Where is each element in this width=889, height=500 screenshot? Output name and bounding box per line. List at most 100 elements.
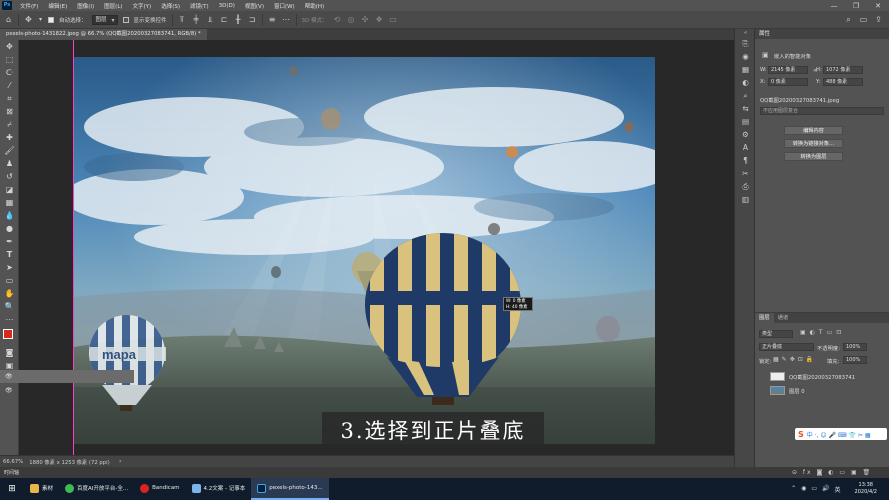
menu-window[interactable]: 窗口(W) [269, 2, 300, 10]
w-field[interactable]: 2145 像素 [768, 66, 808, 74]
tray-expand-icon[interactable]: ⌃ [791, 485, 796, 494]
3d-roll-icon[interactable]: ◎ [347, 15, 356, 24]
convert-to-layers-button[interactable]: 转换为图层 [784, 152, 843, 161]
layer-comps-icon[interactable]: ▥ [735, 193, 756, 206]
stamp-tool-icon[interactable]: ♟ [0, 157, 19, 170]
more-icon[interactable]: ⋯ [282, 15, 291, 24]
more-tools-icon[interactable]: ⋯ [0, 313, 19, 326]
menu-3d[interactable]: 3D(D) [214, 3, 240, 9]
align-left-icon[interactable]: ⊏ [220, 15, 229, 24]
menu-view[interactable]: 视图(V) [240, 2, 269, 10]
maximize-button[interactable]: ❐ [845, 2, 867, 10]
healing-tool-icon[interactable]: ✚ [0, 131, 19, 144]
filter-icons[interactable]: ▣◐T▭⊡ [800, 329, 845, 336]
pen-tool-icon[interactable]: ✒ [0, 235, 19, 248]
learn-panel-icon[interactable]: ⌕ [735, 89, 756, 102]
shape-tool-icon[interactable]: ▭ [0, 274, 19, 287]
history-panel-icon[interactable]: ⎘ [735, 37, 756, 50]
layer-row[interactable]: 👁 [0, 384, 134, 397]
share-icon[interactable]: ⇪ [874, 15, 883, 24]
ime-icons[interactable]: 中 ·, ☺ 🎤 ⌨ 👕 ✂ ▦ [807, 430, 871, 439]
h-field[interactable]: 1072 像素 [823, 66, 863, 74]
dodge-tool-icon[interactable]: ● [0, 222, 19, 235]
align-hcenter-icon[interactable]: ╫ [234, 15, 243, 24]
auto-select-dropdown[interactable]: 图层 [91, 14, 118, 25]
brush-tool-icon[interactable]: 🖌 [0, 144, 19, 157]
tab-layers[interactable]: 图层 [755, 313, 774, 323]
chevron-right-icon[interactable]: › [116, 457, 125, 466]
network-icon[interactable]: ▭ [811, 485, 817, 494]
hand-tool-icon[interactable]: ✋ [0, 287, 19, 300]
fill-field[interactable]: 100% [843, 356, 867, 364]
y-field[interactable]: 488 像素 [823, 78, 863, 86]
collapse-icon[interactable]: « [735, 29, 756, 37]
align-right-icon[interactable]: ⊐ [248, 15, 257, 24]
layer-name[interactable]: 图层 0 [789, 387, 805, 395]
home-icon[interactable]: ⌂ [4, 15, 13, 24]
3d-scale-icon[interactable]: ▭ [389, 15, 398, 24]
ime-toolbar[interactable]: S 中 ·, ☺ 🎤 ⌨ 👕 ✂ ▦ [795, 428, 887, 440]
lasso-tool-icon[interactable]: ᑢ [0, 66, 19, 79]
search-icon[interactable]: ⌕ [844, 15, 853, 24]
marquee-tool-icon[interactable]: ⬚ [0, 53, 19, 66]
taskbar-item-folder[interactable]: 素材 [24, 478, 59, 500]
libraries-panel-icon[interactable]: ▤ [735, 115, 756, 128]
windows-start-icon[interactable]: ⊞ [0, 484, 24, 494]
taskbar-item-browser[interactable]: 百度AI开放平台-全... [59, 478, 134, 500]
properties-panel-icon[interactable]: ⇆ [735, 102, 756, 115]
workspace-icon[interactable]: ▭ [859, 15, 868, 24]
path-select-icon[interactable]: ➤ [0, 261, 19, 274]
lock-icons[interactable]: ▦✎✥⊡🔒 [773, 356, 816, 363]
blur-tool-icon[interactable]: 💧 [0, 209, 19, 222]
layer-name[interactable]: QQ截图20200327083741 [789, 373, 855, 381]
edit-contents-button[interactable]: 编辑内容 [784, 126, 843, 135]
eye-icon[interactable]: 👁 [5, 370, 13, 383]
quick-mask-icon[interactable]: ◙ [0, 346, 19, 359]
history-brush-icon[interactable]: ↺ [0, 170, 19, 183]
zoom-tool-icon[interactable]: 🔍 [0, 300, 19, 313]
glyphs-panel-icon[interactable]: ⎙ [735, 180, 756, 193]
show-transform-checkbox[interactable] [122, 16, 129, 23]
swatches-panel-icon[interactable]: ▦ [735, 63, 756, 76]
document-canvas[interactable]: mapa [74, 57, 655, 444]
quick-select-tool-icon[interactable]: ⁄ [0, 79, 19, 92]
align-bottom-icon[interactable]: ⫫ [206, 15, 215, 24]
close-button[interactable]: ✕ [867, 2, 889, 10]
type-tool-icon[interactable]: T [0, 248, 19, 261]
menu-image[interactable]: 图像(I) [72, 2, 99, 10]
x-field[interactable]: 0 像素 [768, 78, 808, 86]
properties-tab[interactable]: 属性 [755, 29, 889, 39]
eyedropper-tool-icon[interactable]: ⌿ [0, 118, 19, 131]
adjustments-panel-icon[interactable]: ◐ [735, 76, 756, 89]
crop-tool-icon[interactable]: ⌗ [0, 92, 19, 105]
tray-app-icon[interactable]: ◉ [801, 485, 806, 494]
move-tool-icon[interactable]: ✥ [0, 40, 19, 53]
foreground-color-swatch[interactable] [3, 329, 13, 339]
eye-icon[interactable]: 👁 [5, 384, 13, 397]
tab-channels[interactable]: 通道 [774, 313, 793, 323]
align-top-icon[interactable]: ⫪ [178, 15, 187, 24]
paragraph-panel-icon[interactable]: ¶ [735, 154, 756, 167]
volume-icon[interactable]: 🔊 [822, 485, 829, 494]
menu-file[interactable]: 文件(F) [15, 2, 43, 10]
align-vcenter-icon[interactable]: ╪ [192, 15, 201, 24]
document-tab[interactable]: pexels-photo-1431822.jpeg @ 66.7% (QQ截图2… [0, 29, 207, 40]
3d-drag-icon[interactable]: ✣ [361, 15, 370, 24]
taskbar-item-photoshop[interactable]: pexels-photo-143... [251, 478, 329, 500]
character-panel-icon[interactable]: A [735, 141, 756, 154]
brushes-panel-icon[interactable]: ⚙ [735, 128, 756, 141]
menu-select[interactable]: 选择(S) [156, 2, 185, 10]
menu-type[interactable]: 文字(Y) [128, 2, 157, 10]
chevron-down-icon[interactable]: ▾ [38, 15, 43, 24]
menu-filter[interactable]: 滤镜(T) [185, 2, 214, 10]
3d-rotate-icon[interactable]: ⟲ [333, 15, 342, 24]
layers-footer-icons[interactable]: ⊝ fx ◙ ◐ ▭ ▣ 🗑 [792, 469, 872, 476]
zoom-level[interactable]: 66.67% [3, 459, 23, 465]
3d-slide-icon[interactable]: ❖ [375, 15, 384, 24]
document-info[interactable]: 1880 像素 x 1253 像素 (72 ppi) [29, 458, 109, 466]
layer-row[interactable]: 👁 [0, 370, 134, 383]
opacity-field[interactable]: 100% [843, 343, 867, 351]
menu-layer[interactable]: 图层(L) [99, 2, 127, 10]
gradient-tool-icon[interactable]: ▦ [0, 196, 19, 209]
convert-to-linked-button[interactable]: 转换为链接对象… [784, 139, 843, 148]
